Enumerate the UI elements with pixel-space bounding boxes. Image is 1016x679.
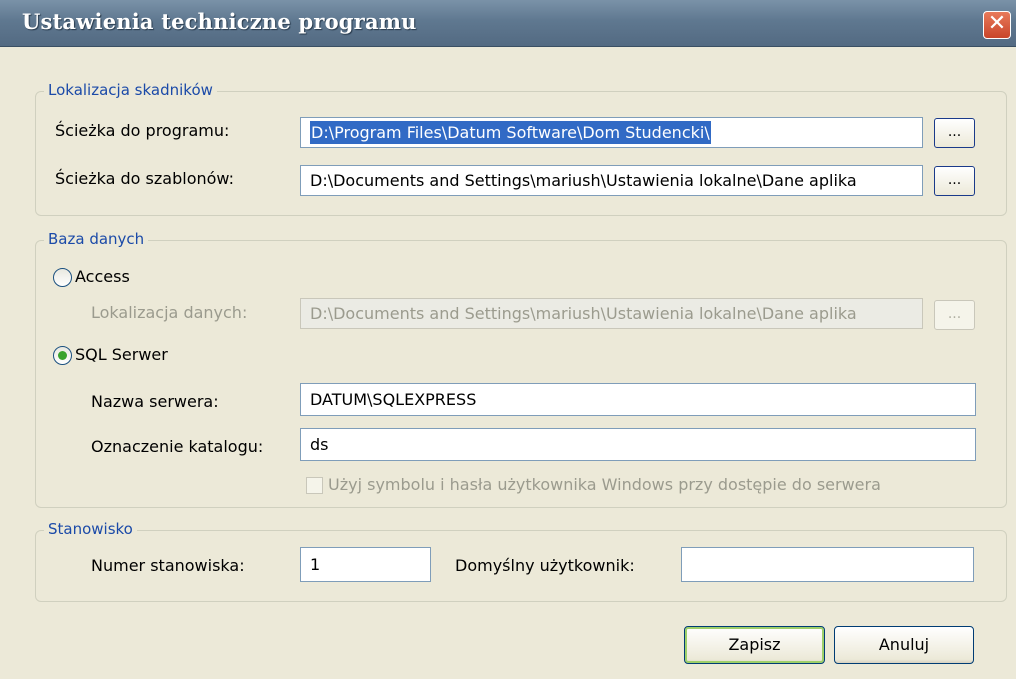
database-legend: Baza danych [44,230,149,248]
close-icon[interactable]: ✕ [983,11,1011,39]
radio-selected-dot [58,351,67,360]
workstation-legend: Stanowisko [44,520,137,538]
templates-path-input[interactable]: D:\Documents and Settings\mariush\Ustawi… [300,165,923,196]
browse-program-path-button[interactable]: ... [934,118,975,148]
database-group: Baza danych [35,230,1007,508]
program-path-input[interactable]: D:\Program Files\Datum Software\Dom Stud… [300,117,923,148]
default-user-input[interactable] [681,547,974,582]
data-location-label: Lokalizacja danych: [91,303,248,322]
server-name-label: Nazwa serwera: [91,392,219,411]
workstation-number-input[interactable]: 1 [300,547,431,582]
access-radio[interactable] [53,268,72,287]
workstation-number-label: Numer stanowiska: [91,556,245,575]
browse-templates-path-button[interactable]: ... [934,166,975,196]
catalog-input[interactable]: ds [300,428,976,461]
sql-server-radio[interactable] [53,346,72,365]
catalog-label: Oznaczenie katalogu: [91,437,264,456]
sql-server-label[interactable]: SQL Serwer [75,345,168,364]
access-label[interactable]: Access [75,267,130,286]
browse-data-location-button[interactable]: ... [934,300,975,330]
server-name-input[interactable]: DATUM\SQLEXPRESS [300,383,976,416]
program-path-value: D:\Program Files\Datum Software\Dom Stud… [310,121,711,144]
program-path-label: Ścieżka do programu: [55,121,230,140]
default-user-label: Domyślny użytkownik: [455,556,635,575]
save-button[interactable]: Zapisz [684,626,825,664]
settings-dialog: Ustawienia techniczne programu ✕ Lokaliz… [0,0,1016,679]
data-location-input[interactable]: D:\Documents and Settings\mariush\Ustawi… [300,298,923,329]
components-location-legend: Lokalizacja skadników [44,81,217,99]
window-title: Ustawienia techniczne programu [22,9,417,34]
cancel-button[interactable]: Anuluj [834,626,974,664]
windows-auth-label[interactable]: Użyj symbolu i hasła użytkownika Windows… [328,475,881,494]
components-location-group: Lokalizacja skadników [35,81,1007,216]
windows-auth-checkbox[interactable] [306,477,323,494]
title-bar[interactable]: Ustawienia techniczne programu ✕ [0,0,1016,47]
templates-path-label: Ścieżka do szablonów: [55,169,235,188]
